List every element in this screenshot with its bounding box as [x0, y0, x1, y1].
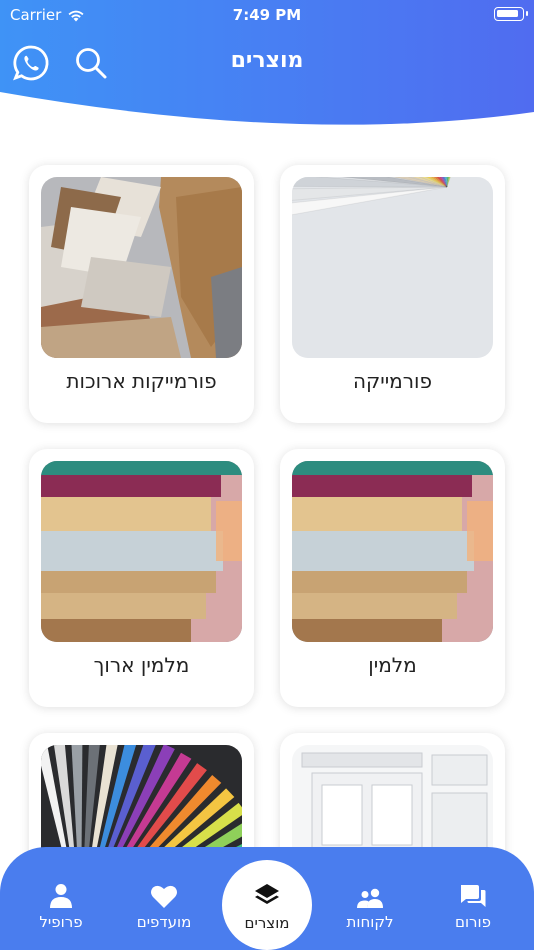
nav-label: מועדפים	[136, 913, 192, 931]
product-label: מלמין ארוך	[93, 653, 190, 677]
product-image	[41, 177, 242, 358]
product-label: פורמייקות ארוכות	[66, 369, 217, 393]
nav-item-customers[interactable]: לקוחות	[320, 879, 420, 931]
product-label: מלמין	[368, 653, 417, 677]
layers-icon	[255, 884, 279, 904]
person-icon	[50, 884, 72, 908]
nav-item-favorites[interactable]: מועדפים	[114, 879, 214, 931]
nav-label: לקוחות	[346, 913, 394, 931]
product-image	[292, 461, 493, 642]
nav-label: פרופיל	[39, 913, 83, 931]
nav-item-products[interactable]: מוצרים	[222, 860, 312, 950]
heart-icon	[151, 885, 177, 908]
product-grid: פורמייקה פורמייקות ארוכות מלמין מלמין אר…	[0, 0, 534, 950]
product-card-long-melamine[interactable]: מלמין ארוך	[29, 449, 254, 707]
product-card-formica[interactable]: פורמייקה	[280, 165, 505, 423]
nav-item-forum[interactable]: פורום	[423, 879, 523, 931]
people-icon	[357, 888, 383, 908]
product-image	[41, 461, 242, 642]
forum-icon	[461, 885, 486, 907]
nav-item-profile[interactable]: פרופיל	[11, 879, 111, 931]
product-card-melamine[interactable]: מלמין	[280, 449, 505, 707]
nav-label: פורום	[455, 913, 491, 931]
product-image	[292, 177, 493, 358]
nav-label: מוצרים	[244, 914, 290, 932]
product-card-long-formica[interactable]: פורמייקות ארוכות	[29, 165, 254, 423]
product-label: פורמייקה	[352, 369, 432, 393]
